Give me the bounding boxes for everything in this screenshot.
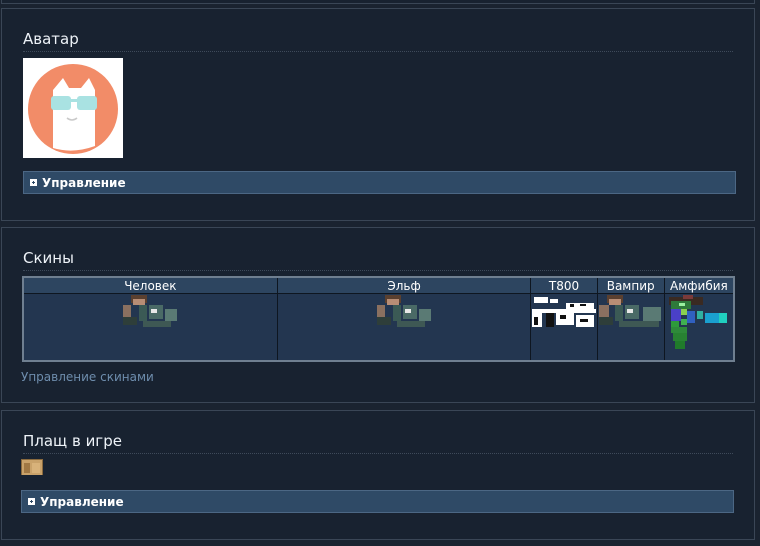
skins-table: Человек Эльф T800 Вампир Амфибия — [22, 276, 735, 362]
vampire-skin-icon — [598, 295, 663, 329]
cape-icon — [21, 459, 43, 475]
skin-cell-elf[interactable] — [276, 293, 532, 362]
skin-cell-t800[interactable] — [530, 293, 598, 362]
skin-cell-vampire[interactable] — [596, 293, 665, 362]
avatar — [23, 58, 123, 158]
plus-icon — [30, 179, 37, 186]
skins-title: Скины — [23, 249, 733, 271]
cat-avatar-icon — [28, 64, 118, 154]
cape-title: Плащ в игре — [23, 432, 733, 454]
t800-skin-icon — [531, 295, 596, 329]
cape-manage-toggle[interactable]: Управление — [21, 490, 734, 513]
avatar-manage-toggle[interactable]: Управление — [23, 171, 736, 194]
avatar-panel: Аватар Управление — [1, 8, 755, 221]
manage-skins-link[interactable]: Управление скинами — [21, 370, 154, 384]
elf-skin-icon — [375, 295, 434, 329]
previous-panel — [1, 0, 755, 4]
avatar-title: Аватар — [23, 30, 733, 52]
skin-header-amphibian: Амфибия — [663, 276, 735, 294]
avatar-manage-label: Управление — [42, 175, 126, 190]
cape-panel: Плащ в игре — [1, 410, 755, 540]
skin-cell-human[interactable] — [22, 293, 278, 362]
amphibian-skin-icon — [668, 295, 729, 353]
skin-header-vampire: Вампир — [596, 276, 665, 294]
skin-header-t800: T800 — [530, 276, 598, 294]
plus-icon — [28, 498, 35, 505]
human-skin-icon — [121, 295, 180, 329]
skin-cell-amphibian[interactable] — [663, 293, 735, 362]
skin-header-human: Человек — [22, 276, 278, 294]
skin-header-elf: Эльф — [276, 276, 532, 294]
cape-manage-label: Управление — [40, 494, 124, 509]
